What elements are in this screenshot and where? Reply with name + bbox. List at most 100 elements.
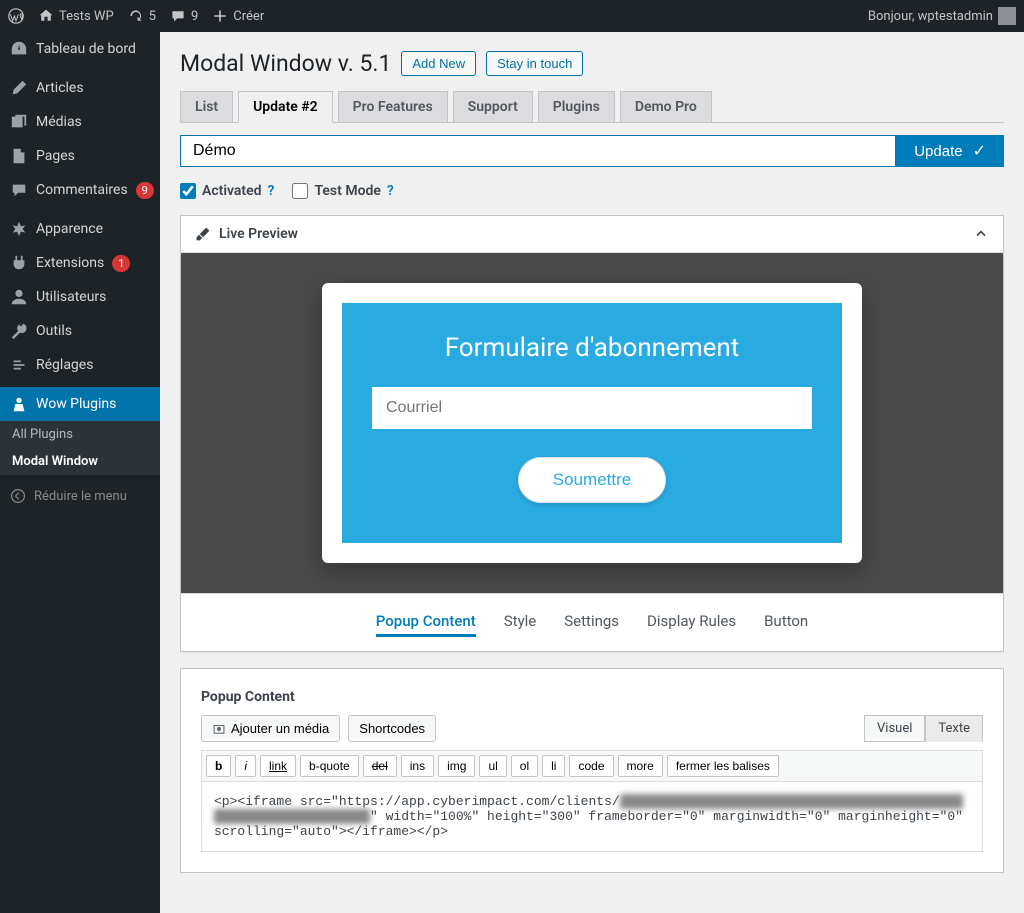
preview-stage: Formulaire d'abonnement Soumettre [181, 253, 1003, 593]
new-content[interactable]: Créer [212, 8, 264, 24]
modal-preview: Formulaire d'abonnement Soumettre [322, 283, 862, 563]
toolbar-close-tags[interactable]: fermer les balises [667, 755, 779, 777]
subtab-style[interactable]: Style [504, 612, 537, 637]
add-media-button[interactable]: Ajouter un média [201, 715, 340, 742]
menu-label: Tableau de bord [36, 41, 136, 57]
toolbar-li[interactable]: li [542, 755, 565, 777]
popup-content-panel: Popup Content Ajouter un média Shortcode… [180, 668, 1004, 873]
tab-pro-features[interactable]: Pro Features [338, 91, 448, 122]
help-icon[interactable]: ? [268, 183, 275, 199]
menu-label: Utilisateurs [36, 289, 106, 305]
menu-plugins[interactable]: Extensions1 [0, 246, 160, 280]
menu-comments[interactable]: Commentaires 9 [0, 173, 160, 207]
comments-badge: 9 [136, 182, 154, 199]
menu-posts[interactable]: Articles [0, 71, 160, 105]
updates-link[interactable]: 5 [128, 8, 156, 24]
updates-count: 5 [149, 9, 156, 24]
admin-sidebar: Tableau de bord Articles Médias Pages Co… [0, 32, 160, 913]
subtab-display-rules[interactable]: Display Rules [647, 612, 736, 637]
section-heading: Popup Content [201, 689, 983, 705]
activated-checkbox[interactable]: Activated? [180, 183, 274, 199]
live-preview-panel: Live Preview Formulaire d'abonnement Sou… [180, 215, 1004, 652]
modal-title-input[interactable] [180, 135, 896, 167]
toolbar-ul[interactable]: ul [479, 755, 506, 777]
test-mode-checkbox[interactable]: Test Mode? [292, 183, 393, 199]
avatar [998, 7, 1016, 25]
test-mode-label: Test Mode [314, 183, 380, 199]
editor-tab-text[interactable]: Texte [925, 715, 983, 742]
test-mode-input[interactable] [292, 183, 308, 199]
page-title: Modal Window v. 5.1 [180, 50, 391, 77]
create-label: Créer [233, 9, 264, 24]
add-new-button[interactable]: Add New [401, 51, 476, 76]
toolbar-del[interactable]: del [363, 755, 397, 777]
submenu-modal-window[interactable]: Modal Window [0, 448, 160, 475]
editor-toolbar: b i link b-quote del ins img ul ol li co… [201, 750, 983, 782]
toolbar-img[interactable]: img [438, 755, 475, 777]
menu-label: Wow Plugins [36, 396, 116, 412]
activated-label: Activated [202, 183, 262, 199]
toolbar-more[interactable]: more [618, 755, 663, 777]
menu-pages[interactable]: Pages [0, 139, 160, 173]
greeting-text: Bonjour, wptestadmin [868, 9, 993, 24]
comments-link[interactable]: 9 [170, 8, 198, 24]
activated-input[interactable] [180, 183, 196, 199]
toolbar-link[interactable]: link [260, 755, 296, 777]
shortcodes-button[interactable]: Shortcodes [348, 715, 436, 742]
menu-wow-plugins[interactable]: Wow Plugins [0, 387, 160, 421]
subtab-popup-content[interactable]: Popup Content [376, 612, 476, 637]
menu-dashboard[interactable]: Tableau de bord [0, 32, 160, 66]
menu-settings[interactable]: Réglages [0, 348, 160, 382]
modal-heading: Formulaire d'abonnement [372, 333, 812, 363]
collapse-label: Réduire le menu [34, 489, 127, 504]
tab-support[interactable]: Support [453, 91, 533, 122]
subtab-settings[interactable]: Settings [564, 612, 619, 637]
nav-tabs: List Update #2 Pro Features Support Plug… [180, 91, 1004, 123]
code-textarea[interactable]: <p><iframe src="https://app.cyberimpact.… [201, 782, 983, 852]
toolbar-ol[interactable]: ol [511, 755, 538, 777]
submit-button[interactable]: Soumettre [518, 457, 666, 503]
editor-tab-visual[interactable]: Visuel [864, 715, 925, 742]
toolbar-ins[interactable]: ins [401, 755, 434, 777]
chevron-up-icon[interactable] [973, 226, 989, 242]
menu-appearance[interactable]: Apparence [0, 212, 160, 246]
toolbar-italic[interactable]: i [235, 755, 256, 777]
toolbar-bold[interactable]: b [206, 755, 231, 777]
brush-icon [195, 226, 211, 242]
email-field[interactable] [372, 387, 812, 429]
add-media-label: Ajouter un média [231, 721, 329, 736]
collapse-menu[interactable]: Réduire le menu [0, 480, 160, 512]
update-label: Update [914, 143, 962, 160]
toolbar-code[interactable]: code [569, 755, 613, 777]
site-link[interactable]: Tests WP [38, 8, 114, 24]
menu-label: Extensions [36, 255, 104, 271]
tab-plugins[interactable]: Plugins [538, 91, 615, 122]
menu-users[interactable]: Utilisateurs [0, 280, 160, 314]
toolbar-bquote[interactable]: b-quote [300, 755, 359, 777]
main-content: Modal Window v. 5.1 Add New Stay in touc… [160, 32, 1024, 913]
code-text-pre: <p><iframe src="https://app.cyberimpact.… [214, 794, 620, 809]
panel-toggle[interactable]: Live Preview [181, 216, 1003, 253]
submenu-wow: All Plugins Modal Window [0, 421, 160, 475]
subtab-button[interactable]: Button [764, 612, 808, 637]
media-icon [212, 722, 226, 736]
submenu-all-plugins[interactable]: All Plugins [0, 421, 160, 448]
wp-logo[interactable] [8, 8, 24, 24]
tab-update[interactable]: Update #2 [238, 91, 333, 123]
admin-bar: Tests WP 5 9 Créer Bonjour, wptestadmin [0, 0, 1024, 32]
help-icon[interactable]: ? [387, 183, 394, 199]
update-button[interactable]: Update✓ [896, 135, 1004, 167]
site-name: Tests WP [59, 9, 114, 24]
menu-media[interactable]: Médias [0, 105, 160, 139]
menu-label: Apparence [36, 221, 103, 237]
user-greeting[interactable]: Bonjour, wptestadmin [868, 7, 1016, 25]
menu-label: Réglages [36, 357, 93, 373]
stay-in-touch-button[interactable]: Stay in touch [486, 51, 583, 76]
menu-label: Outils [36, 323, 72, 339]
tab-list[interactable]: List [180, 91, 233, 122]
menu-tools[interactable]: Outils [0, 314, 160, 348]
tab-demo-pro[interactable]: Demo Pro [620, 91, 712, 122]
menu-label: Commentaires [36, 182, 128, 198]
menu-label: Médias [36, 114, 82, 130]
menu-label: Articles [36, 80, 84, 96]
